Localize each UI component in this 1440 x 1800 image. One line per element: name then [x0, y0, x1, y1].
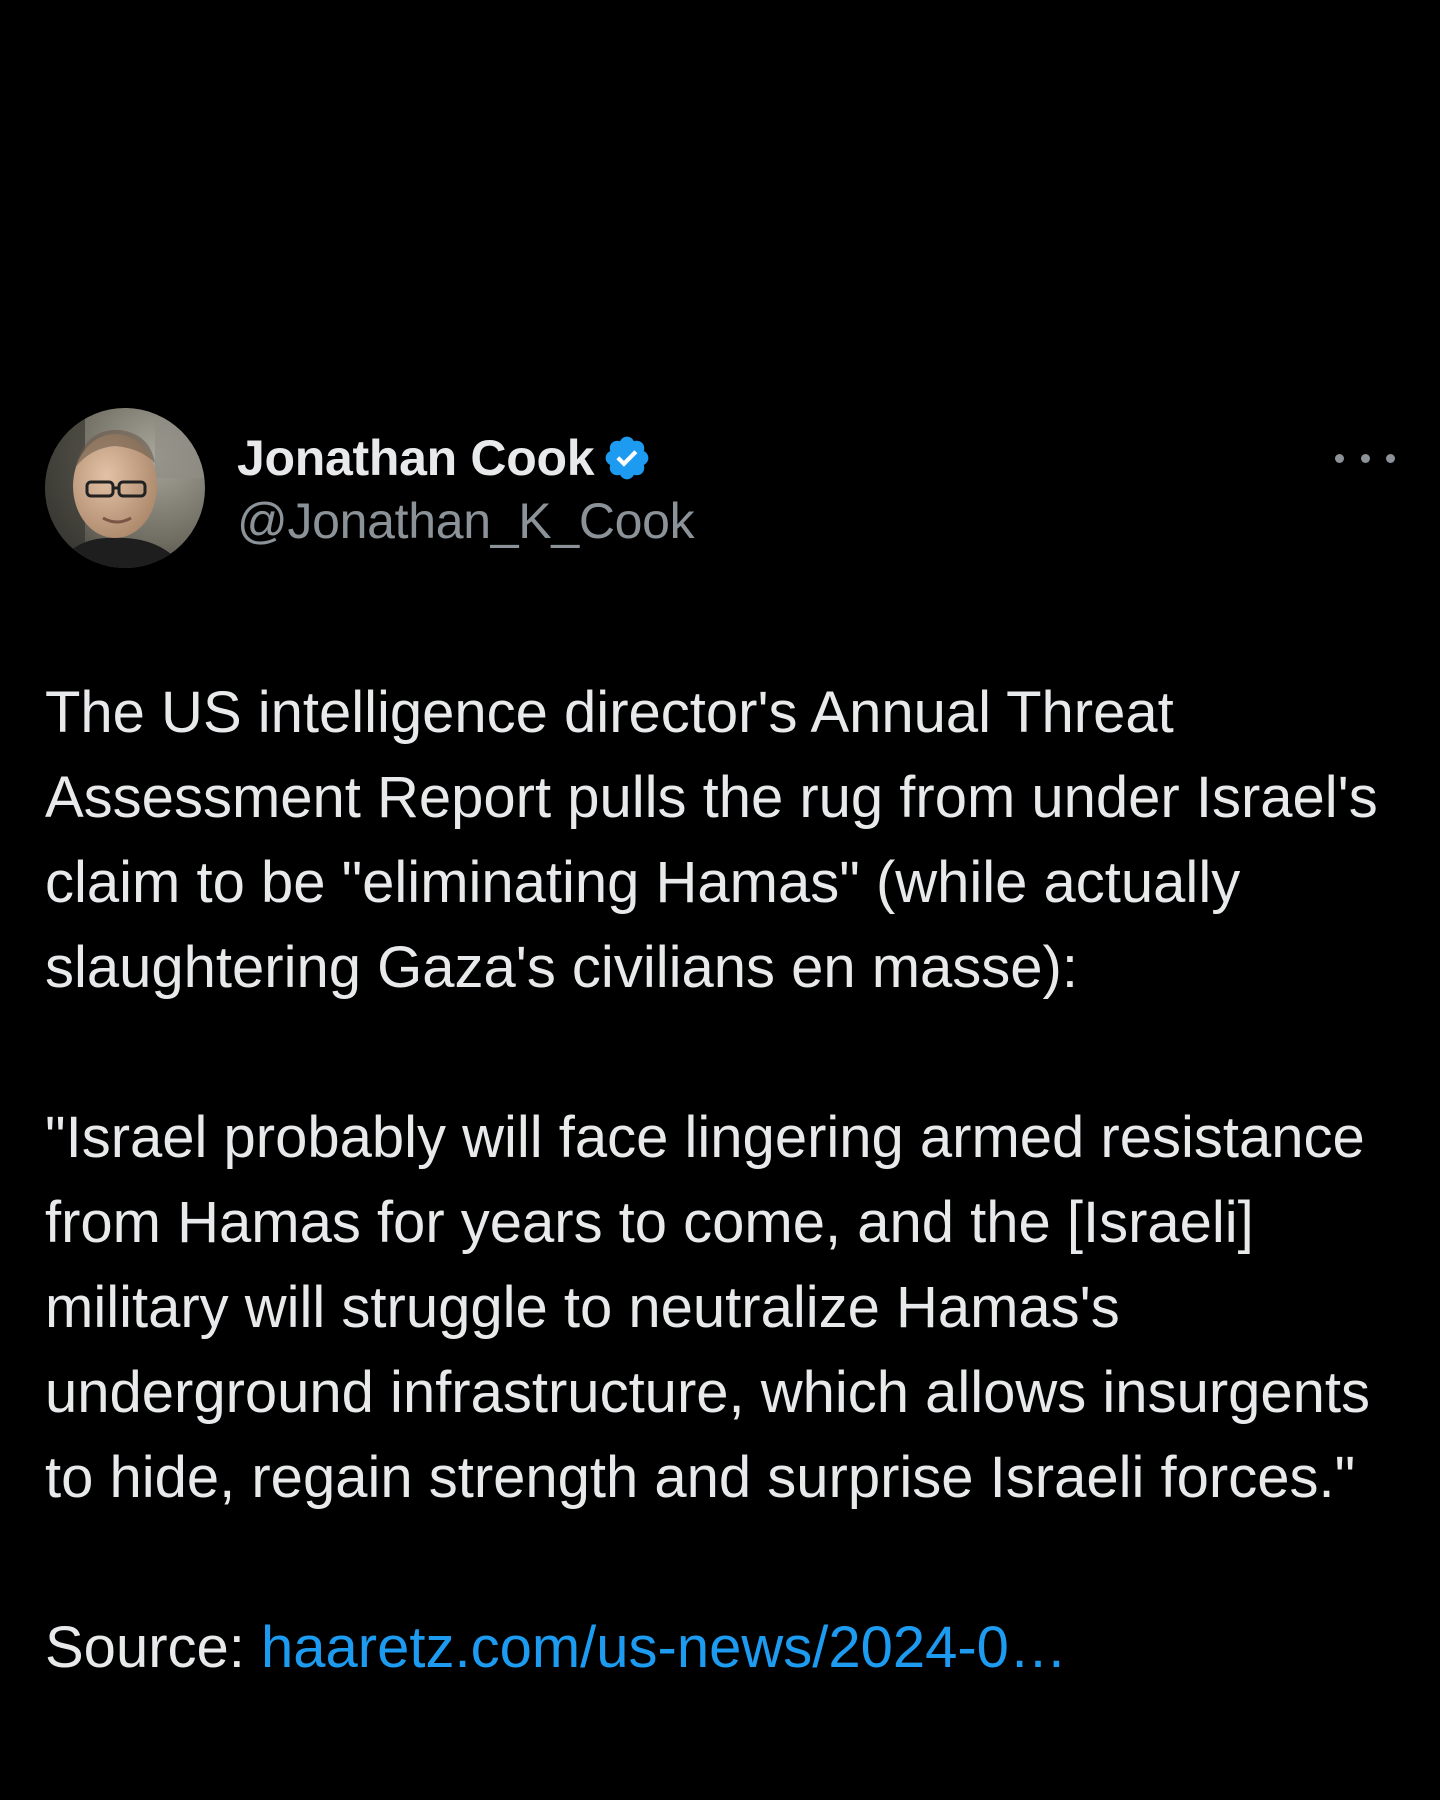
- author-display-name[interactable]: Jonathan Cook: [237, 429, 595, 487]
- tweet-author: Jonathan Cook @Jonathan_K_Cook: [237, 426, 695, 550]
- author-handle[interactable]: @Jonathan_K_Cook: [237, 492, 695, 550]
- tweet-text: The US intelligence director's Annual Th…: [45, 670, 1395, 1690]
- tweet-source: Source: haaretz.com/us-news/2024-0…: [45, 1605, 1395, 1690]
- source-link[interactable]: haaretz.com/us-news/2024-0…: [261, 1615, 1067, 1680]
- avatar[interactable]: [45, 408, 205, 568]
- author-name-row: Jonathan Cook: [237, 426, 694, 490]
- verified-badge-icon: [602, 433, 652, 483]
- more-dot: [1360, 453, 1370, 463]
- tweet-header: Jonathan Cook @Jonathan_K_Cook: [45, 408, 1395, 568]
- more-dot: [1335, 453, 1344, 463]
- tweet-paragraph-1: The US intelligence director's Annual Th…: [45, 680, 1378, 1000]
- tweet: Jonathan Cook @Jonathan_K_Cook The US in…: [45, 408, 1395, 1690]
- avatar-photo-icon: [45, 408, 205, 568]
- more-dot: [1386, 453, 1395, 463]
- tweet-paragraph-2: "Israel probably will face lingering arm…: [45, 1105, 1371, 1510]
- more-options-icon[interactable]: [1335, 438, 1395, 478]
- source-label: Source:: [45, 1615, 261, 1680]
